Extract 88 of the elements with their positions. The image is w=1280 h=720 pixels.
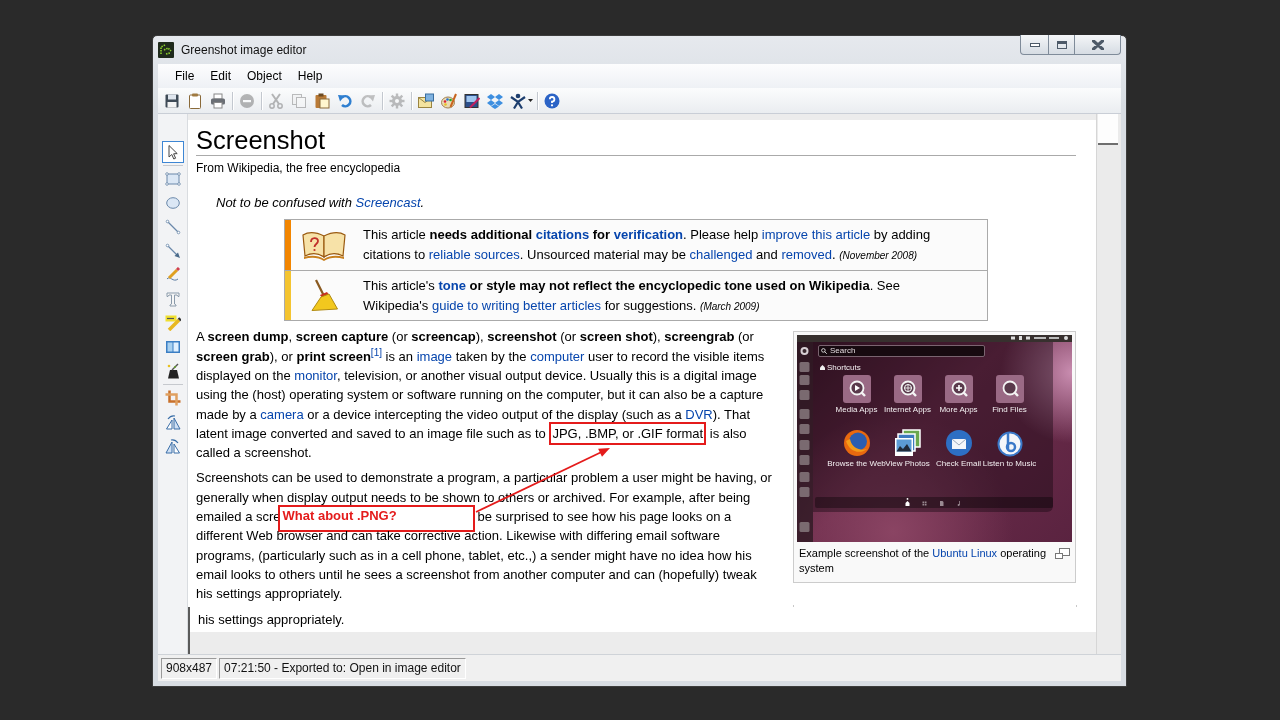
home-icon[interactable] <box>905 498 910 507</box>
link[interactable]: Ubuntu Linux <box>932 546 998 559</box>
section-label: Shortcuts <box>827 362 861 372</box>
counterclockwise-arrow-icon[interactable] <box>336 92 353 109</box>
link[interactable]: guide to writing better articles <box>431 298 602 313</box>
clipboard-document-icon[interactable] <box>313 92 330 109</box>
help-icon[interactable] <box>543 92 560 109</box>
menu-item[interactable]: Help <box>289 67 331 85</box>
person-icon[interactable] <box>509 92 526 109</box>
file-icon[interactable] <box>939 498 944 507</box>
maximize-button[interactable] <box>1048 35 1075 55</box>
highlighted-text: JPG, .BMP, or .GIF format <box>549 421 707 445</box>
pencil-icon[interactable] <box>164 267 181 283</box>
caption: Example screenshot of the Ubuntu Linux operating system <box>799 545 1048 576</box>
picture-frame-icon[interactable] <box>164 339 181 355</box>
caret-icon[interactable] <box>528 99 533 102</box>
status-text: 908x487 <box>161 657 218 679</box>
printer-icon[interactable] <box>209 92 226 109</box>
magnifier-icon[interactable] <box>995 374 1024 403</box>
link[interactable]: camera <box>260 406 304 422</box>
close-button[interactable] <box>1074 35 1121 55</box>
link[interactable]: removed <box>781 247 832 262</box>
app-label: Browse the Web <box>827 458 886 468</box>
cursor-icon[interactable] <box>161 141 184 163</box>
scrollbar-thumb[interactable] <box>1098 114 1118 145</box>
highlighter-icon[interactable] <box>164 315 181 331</box>
menu-item[interactable]: File <box>167 67 203 85</box>
footnote-link[interactable]: [1] <box>370 346 382 358</box>
tile-label: Media Apps <box>835 404 878 414</box>
plus-icon[interactable] <box>944 374 973 403</box>
hatnote: Not to be confused with Screencast. <box>215 194 426 213</box>
diamonds-icon[interactable] <box>486 92 503 109</box>
tile-label: Find Files <box>992 404 1027 414</box>
link[interactable]: tone <box>438 278 466 293</box>
palette-icon[interactable] <box>440 92 457 109</box>
minimize-button[interactable] <box>1020 35 1049 55</box>
link[interactable]: improve this article <box>761 227 871 242</box>
search-icon <box>821 347 827 354</box>
app-label: Check Email <box>936 458 981 468</box>
arrow-icon[interactable] <box>164 243 181 259</box>
link[interactable]: citations <box>535 227 590 242</box>
link[interactable]: DVR <box>685 406 713 422</box>
notice-text: This article's tone or style may not reflect the encyclopedic tone used on Wikipedia. See Wikipedia's guide to writing better articles for suggestions. (March 2009) <box>362 277 901 315</box>
app-label: Listen to Music <box>982 458 1037 468</box>
text-annotation[interactable]: What about .PNG? <box>277 504 475 532</box>
close-icon <box>1091 39 1104 50</box>
picture-pen-icon[interactable] <box>463 92 480 109</box>
app-icon <box>158 42 174 58</box>
envelope-icon[interactable] <box>944 428 973 457</box>
link[interactable]: reliable sources <box>428 247 520 262</box>
globe-icon[interactable] <box>893 374 922 403</box>
menu-item[interactable]: Object <box>239 67 290 85</box>
text-icon[interactable] <box>164 291 181 307</box>
page-title: Screenshot <box>196 120 1076 156</box>
page-subtitle: From Wikipedia, the free encyclopedia <box>196 160 402 176</box>
play-icon[interactable] <box>842 374 871 403</box>
menu-item[interactable]: Edit <box>202 67 240 85</box>
link[interactable]: Screencast <box>355 195 421 211</box>
text-line: his settings appropriately. <box>198 611 345 629</box>
crop-icon[interactable] <box>164 390 181 406</box>
scrollbar[interactable] <box>1096 114 1121 654</box>
minimize-icon <box>1029 42 1040 47</box>
paragraph: A screen dump, screen capture (or screencap), screenshot (or screen shot), screengrab (or screen grab), or print screen$^{[1]}$ is an image taken by the computer user to record the visible items displayed on the monitor, television, or another visual output device. Usually this is a digital image using the (host) operating system or software running on the computer, but it can also be a capture made by a camera or a device intercepting the video output of the display (such as a DVR). That latent image converted and saved to an image file such as to JPG, .BMP, or .GIF format is also called a screenshot. <box>196 328 766 463</box>
enlarge-icon[interactable] <box>1055 547 1070 559</box>
photo-stack-icon[interactable] <box>893 428 922 457</box>
window-title: Greenshot image editor <box>181 43 307 57</box>
link[interactable]: image <box>416 348 453 364</box>
book-icon <box>301 229 347 261</box>
home-icon <box>820 364 825 370</box>
tile-label: Internet Apps <box>883 404 932 414</box>
globe-icon[interactable] <box>842 428 871 457</box>
status-text: 07:21:50 - Exported to: Open in image editor <box>219 657 466 679</box>
text-line: be surprised to see how his page looks on a <box>477 507 732 526</box>
link[interactable]: monitor <box>294 367 337 383</box>
link[interactable]: challenged <box>689 247 753 262</box>
clipboard-icon[interactable] <box>186 92 203 109</box>
broom-icon <box>310 279 338 312</box>
notice-text: This article needs additional citations for verification. Please help improve this article by adding citations to reliable sources. Unsourced material may be challenged and removed. (November 2008) <box>362 226 932 264</box>
rotate-counterclockwise-icon[interactable] <box>164 438 181 454</box>
link[interactable]: verification <box>613 227 684 242</box>
app-label: View Photos <box>885 458 930 468</box>
search-field[interactable]: Search <box>818 344 985 357</box>
status-icons-drawing <box>1011 336 1069 341</box>
link[interactable]: computer <box>530 348 585 364</box>
tile-label: More Apps <box>939 404 978 414</box>
line-icon[interactable] <box>164 219 181 235</box>
maximize-icon <box>1056 40 1067 49</box>
rotate-clockwise-icon[interactable] <box>164 414 181 430</box>
